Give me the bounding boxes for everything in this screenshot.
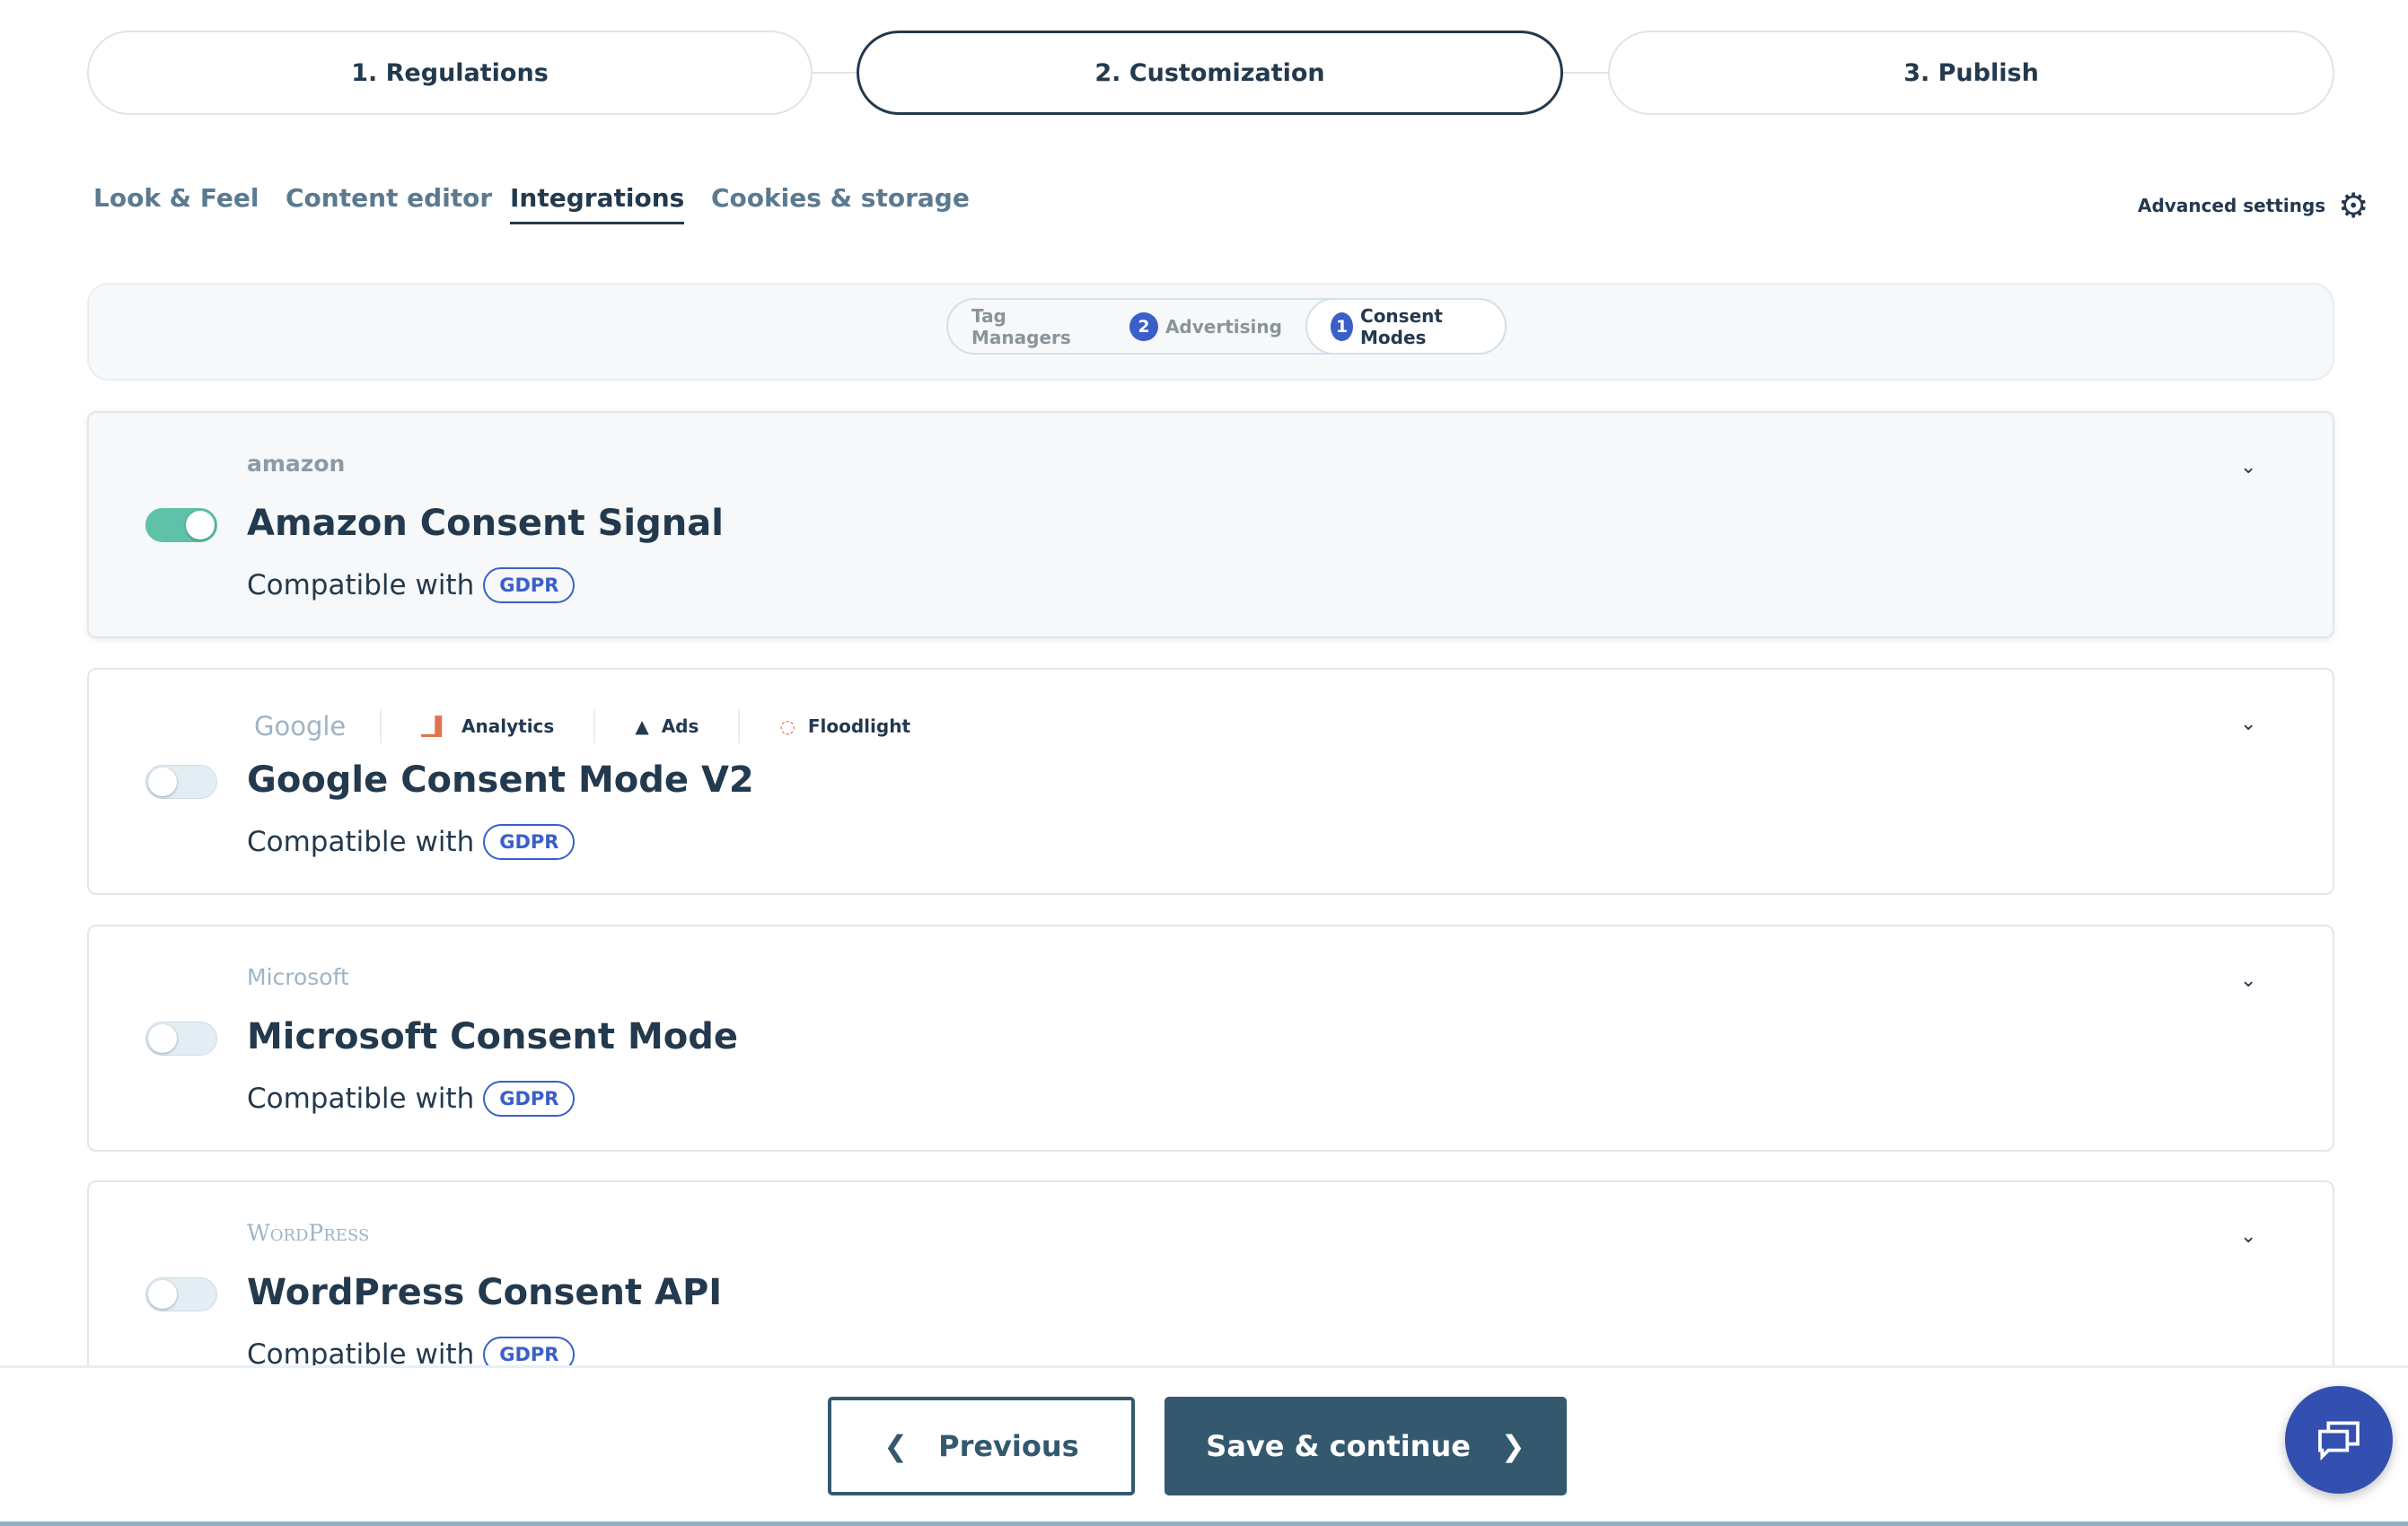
subtab-label: Advertising (1164, 315, 1282, 338)
enable-toggle[interactable] (145, 1277, 217, 1311)
subtab-panel: Tag Managers 2 Advertising 1 Consent Modes (87, 283, 2334, 381)
advanced-settings-button[interactable]: Advanced settings ⚙ (2138, 189, 2368, 223)
gdpr-badge: GDPR (483, 824, 576, 860)
ads-icon: ▲ (635, 715, 649, 737)
analytics-service: ▁▌ Analytics (380, 709, 593, 743)
step-connector (813, 72, 857, 74)
enable-toggle[interactable] (145, 508, 217, 542)
compatible-label: Compatible with (247, 569, 475, 601)
amazon-logo: amazon (247, 451, 346, 477)
service-label: Ads (661, 715, 699, 737)
card-title: WordPress Consent API (247, 1272, 723, 1313)
subtab-switcher: Tag Managers 2 Advertising 1 Consent Modes (946, 298, 1507, 355)
compatible-label: Compatible with (247, 1083, 475, 1115)
gear-icon: ⚙ (2338, 186, 2369, 225)
subtab-tag-managers[interactable]: Tag Managers (948, 300, 1106, 353)
step-customization[interactable]: 2. Customization (857, 31, 1563, 115)
chevron-right-icon: ❯ (1500, 1429, 1525, 1463)
count-badge: 1 (1330, 311, 1354, 341)
gdpr-badge: GDPR (483, 1081, 576, 1117)
tab-content-editor[interactable]: Content editor (286, 183, 492, 222)
integration-card-microsoft: Microsoft Microsoft Consent Mode Compati… (87, 925, 2334, 1152)
microsoft-logo: Microsoft (247, 964, 349, 990)
integration-card-amazon: amazon Amazon Consent Signal Compatible … (87, 411, 2334, 638)
google-logo: Google (254, 711, 347, 741)
step-regulations[interactable]: 1. Regulations (87, 31, 813, 115)
compatible-label: Compatible with (247, 826, 475, 858)
subtab-advertising[interactable]: 2 Advertising (1106, 300, 1305, 353)
integration-card-google: Google ▁▌ Analytics ▲ Ads ◌ Floodlight Goog… (87, 668, 2334, 895)
subtab-label: Consent Modes (1360, 304, 1443, 348)
chevron-down-icon[interactable]: ⌄ (2240, 1225, 2256, 1248)
card-title: Microsoft Consent Mode (247, 1016, 738, 1057)
wordpress-logo: WordPress (247, 1220, 370, 1246)
footer-bar: ❮ Previous Save & continue ❯ (0, 1365, 2408, 1526)
tab-look-and-feel[interactable]: Look & Feel (93, 183, 259, 222)
chevron-left-icon: ❮ (883, 1429, 909, 1463)
step-connector (1563, 72, 1608, 74)
service-label: Analytics (461, 715, 555, 737)
save-label: Save & continue (1206, 1429, 1471, 1463)
save-continue-button[interactable]: Save & continue ❯ (1164, 1397, 1567, 1495)
card-title: Google Consent Mode V2 (247, 759, 754, 801)
gdpr-badge: GDPR (483, 567, 576, 603)
subtab-label: Tag Managers (971, 304, 1071, 348)
advanced-settings-label: Advanced settings (2138, 195, 2326, 216)
compatibility: Compatible with GDPR (247, 567, 576, 603)
chat-icon (2318, 1421, 2360, 1461)
chevron-down-icon[interactable]: ⌄ (2240, 969, 2256, 992)
bottom-border (0, 1522, 2408, 1526)
chat-button[interactable] (2285, 1386, 2393, 1494)
tab-cookies-storage[interactable]: Cookies & storage (711, 183, 970, 222)
step-publish[interactable]: 3. Publish (1608, 31, 2334, 115)
service-label: Floodlight (807, 715, 910, 737)
floodlight-icon: ◌ (779, 715, 795, 737)
google-logo-row: Google ▁▌ Analytics ▲ Ads ◌ Floodlight (254, 709, 950, 743)
subtab-consent-modes[interactable]: 1 Consent Modes (1305, 298, 1507, 355)
chevron-down-icon[interactable]: ⌄ (2240, 713, 2256, 735)
ads-service: ▲ Ads (593, 709, 738, 743)
analytics-icon: ▁▌ (421, 715, 450, 737)
enable-toggle[interactable] (145, 765, 217, 799)
previous-button[interactable]: ❮ Previous (828, 1397, 1135, 1495)
count-badge: 2 (1129, 311, 1158, 341)
enable-toggle[interactable] (145, 1022, 217, 1056)
compatibility: Compatible with GDPR (247, 1081, 576, 1117)
floodlight-service: ◌ Floodlight (738, 709, 950, 743)
compatibility: Compatible with GDPR (247, 824, 576, 860)
tab-integrations[interactable]: Integrations (510, 183, 685, 224)
chevron-down-icon[interactable]: ⌄ (2240, 456, 2256, 478)
previous-label: Previous (938, 1429, 1079, 1463)
card-title: Amazon Consent Signal (247, 503, 724, 544)
